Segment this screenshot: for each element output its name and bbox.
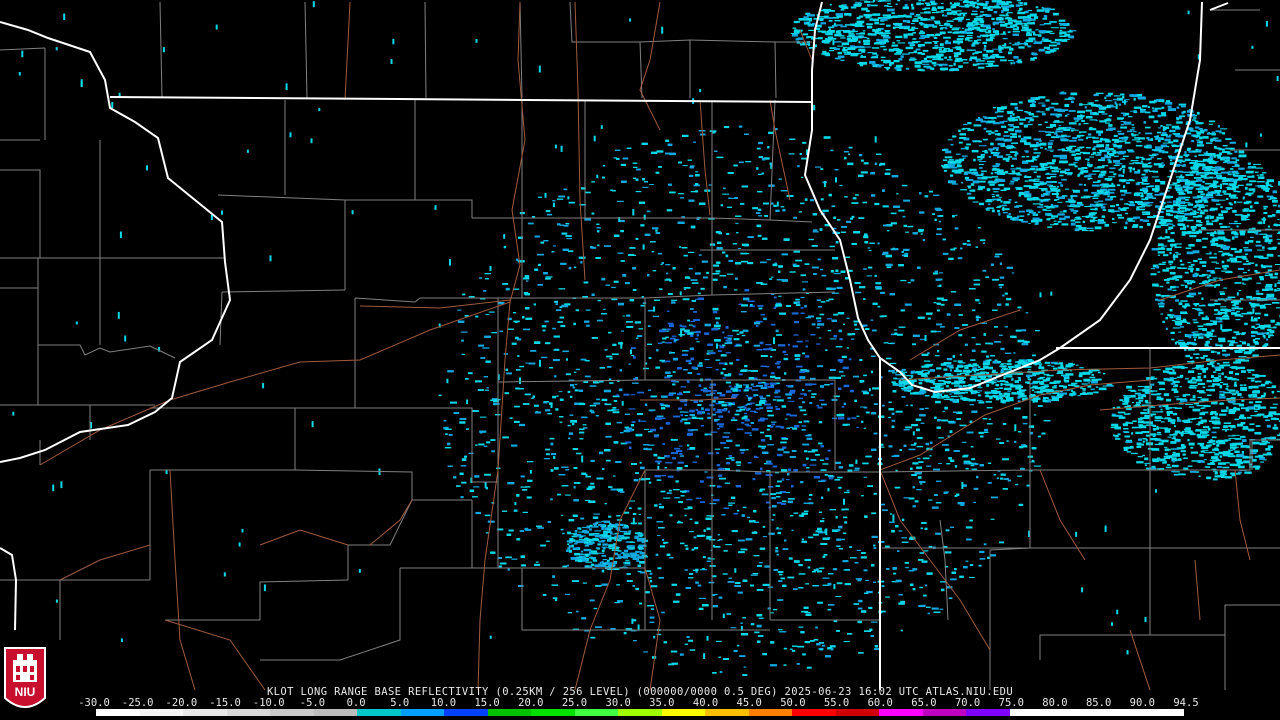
color-bar-segment	[400, 709, 445, 716]
color-bar-segment	[357, 709, 401, 716]
scale-label: 80.0	[1042, 697, 1068, 709]
color-bar-segment	[1053, 709, 1097, 716]
color-bar-segment	[444, 709, 488, 716]
color-bar-segment	[574, 709, 619, 716]
scale-label: 40.0	[692, 697, 719, 709]
reflectivity-scale-labels: -30.0 -25.0 -20.0 -15.0 -10.0 -5.0 0.0 5.0 10.0 1…	[78, 697, 1198, 709]
scale-label: -15.0	[209, 697, 241, 709]
scale-label: 25.0	[561, 697, 588, 709]
color-bar-segment	[487, 709, 532, 716]
scale-label: 50.0	[780, 697, 806, 709]
scale-label: 94.5	[1173, 697, 1199, 709]
scale-label: 15.0	[474, 697, 500, 709]
color-bar-segment	[835, 709, 880, 716]
scale-label: 65.0	[911, 697, 937, 709]
color-bar-segment	[531, 709, 575, 716]
color-bar-segment	[313, 709, 358, 716]
scale-label: 5.0	[390, 697, 410, 709]
scale-label: 10.0	[430, 697, 457, 709]
scale-label: 0.0	[346, 697, 366, 709]
radar-map	[0, 0, 1280, 691]
color-bar-segment	[96, 709, 140, 716]
color-bar-segment	[792, 709, 836, 716]
color-bar-segment	[748, 709, 793, 716]
color-bar-segment	[966, 709, 1010, 716]
color-bar-segment	[1140, 709, 1184, 716]
scale-label: 20.0	[518, 697, 544, 709]
scale-label: 90.0	[1129, 697, 1155, 709]
scale-label: 45.0	[736, 697, 762, 709]
scale-label: -25.0	[121, 697, 154, 709]
scale-label: -5.0	[299, 697, 326, 709]
radar-map-view: NIU KLOT LONG RANGE BASE REFLECTIVITY (0…	[0, 0, 1280, 720]
color-bar-segment	[1096, 709, 1141, 716]
scale-label: 35.0	[649, 697, 675, 709]
scale-label: 55.0	[823, 697, 850, 709]
color-bar-segment	[661, 709, 706, 716]
reflectivity-color-bar	[96, 709, 1184, 716]
color-bar-segment	[270, 709, 314, 716]
color-bar-segment	[618, 709, 662, 716]
scale-label: -20.0	[165, 697, 198, 709]
scale-label: -10.0	[252, 697, 285, 709]
color-bar-segment	[139, 709, 184, 716]
color-bar-segment	[705, 709, 749, 716]
niu-logo: NIU	[4, 647, 46, 708]
color-bar-segment	[879, 709, 923, 716]
scale-label: 30.0	[605, 697, 631, 709]
scale-label: 85.0	[1085, 697, 1112, 709]
radar-site-marker	[736, 394, 748, 406]
scale-label: 75.0	[998, 697, 1024, 709]
color-bar-segment	[922, 709, 967, 716]
color-bar-segment	[1009, 709, 1054, 716]
color-bar-segment	[183, 709, 227, 716]
color-bar-segment	[226, 709, 271, 716]
scale-label: 70.0	[954, 697, 981, 709]
scale-label: 60.0	[867, 697, 893, 709]
scale-label: -30.0	[78, 697, 110, 709]
